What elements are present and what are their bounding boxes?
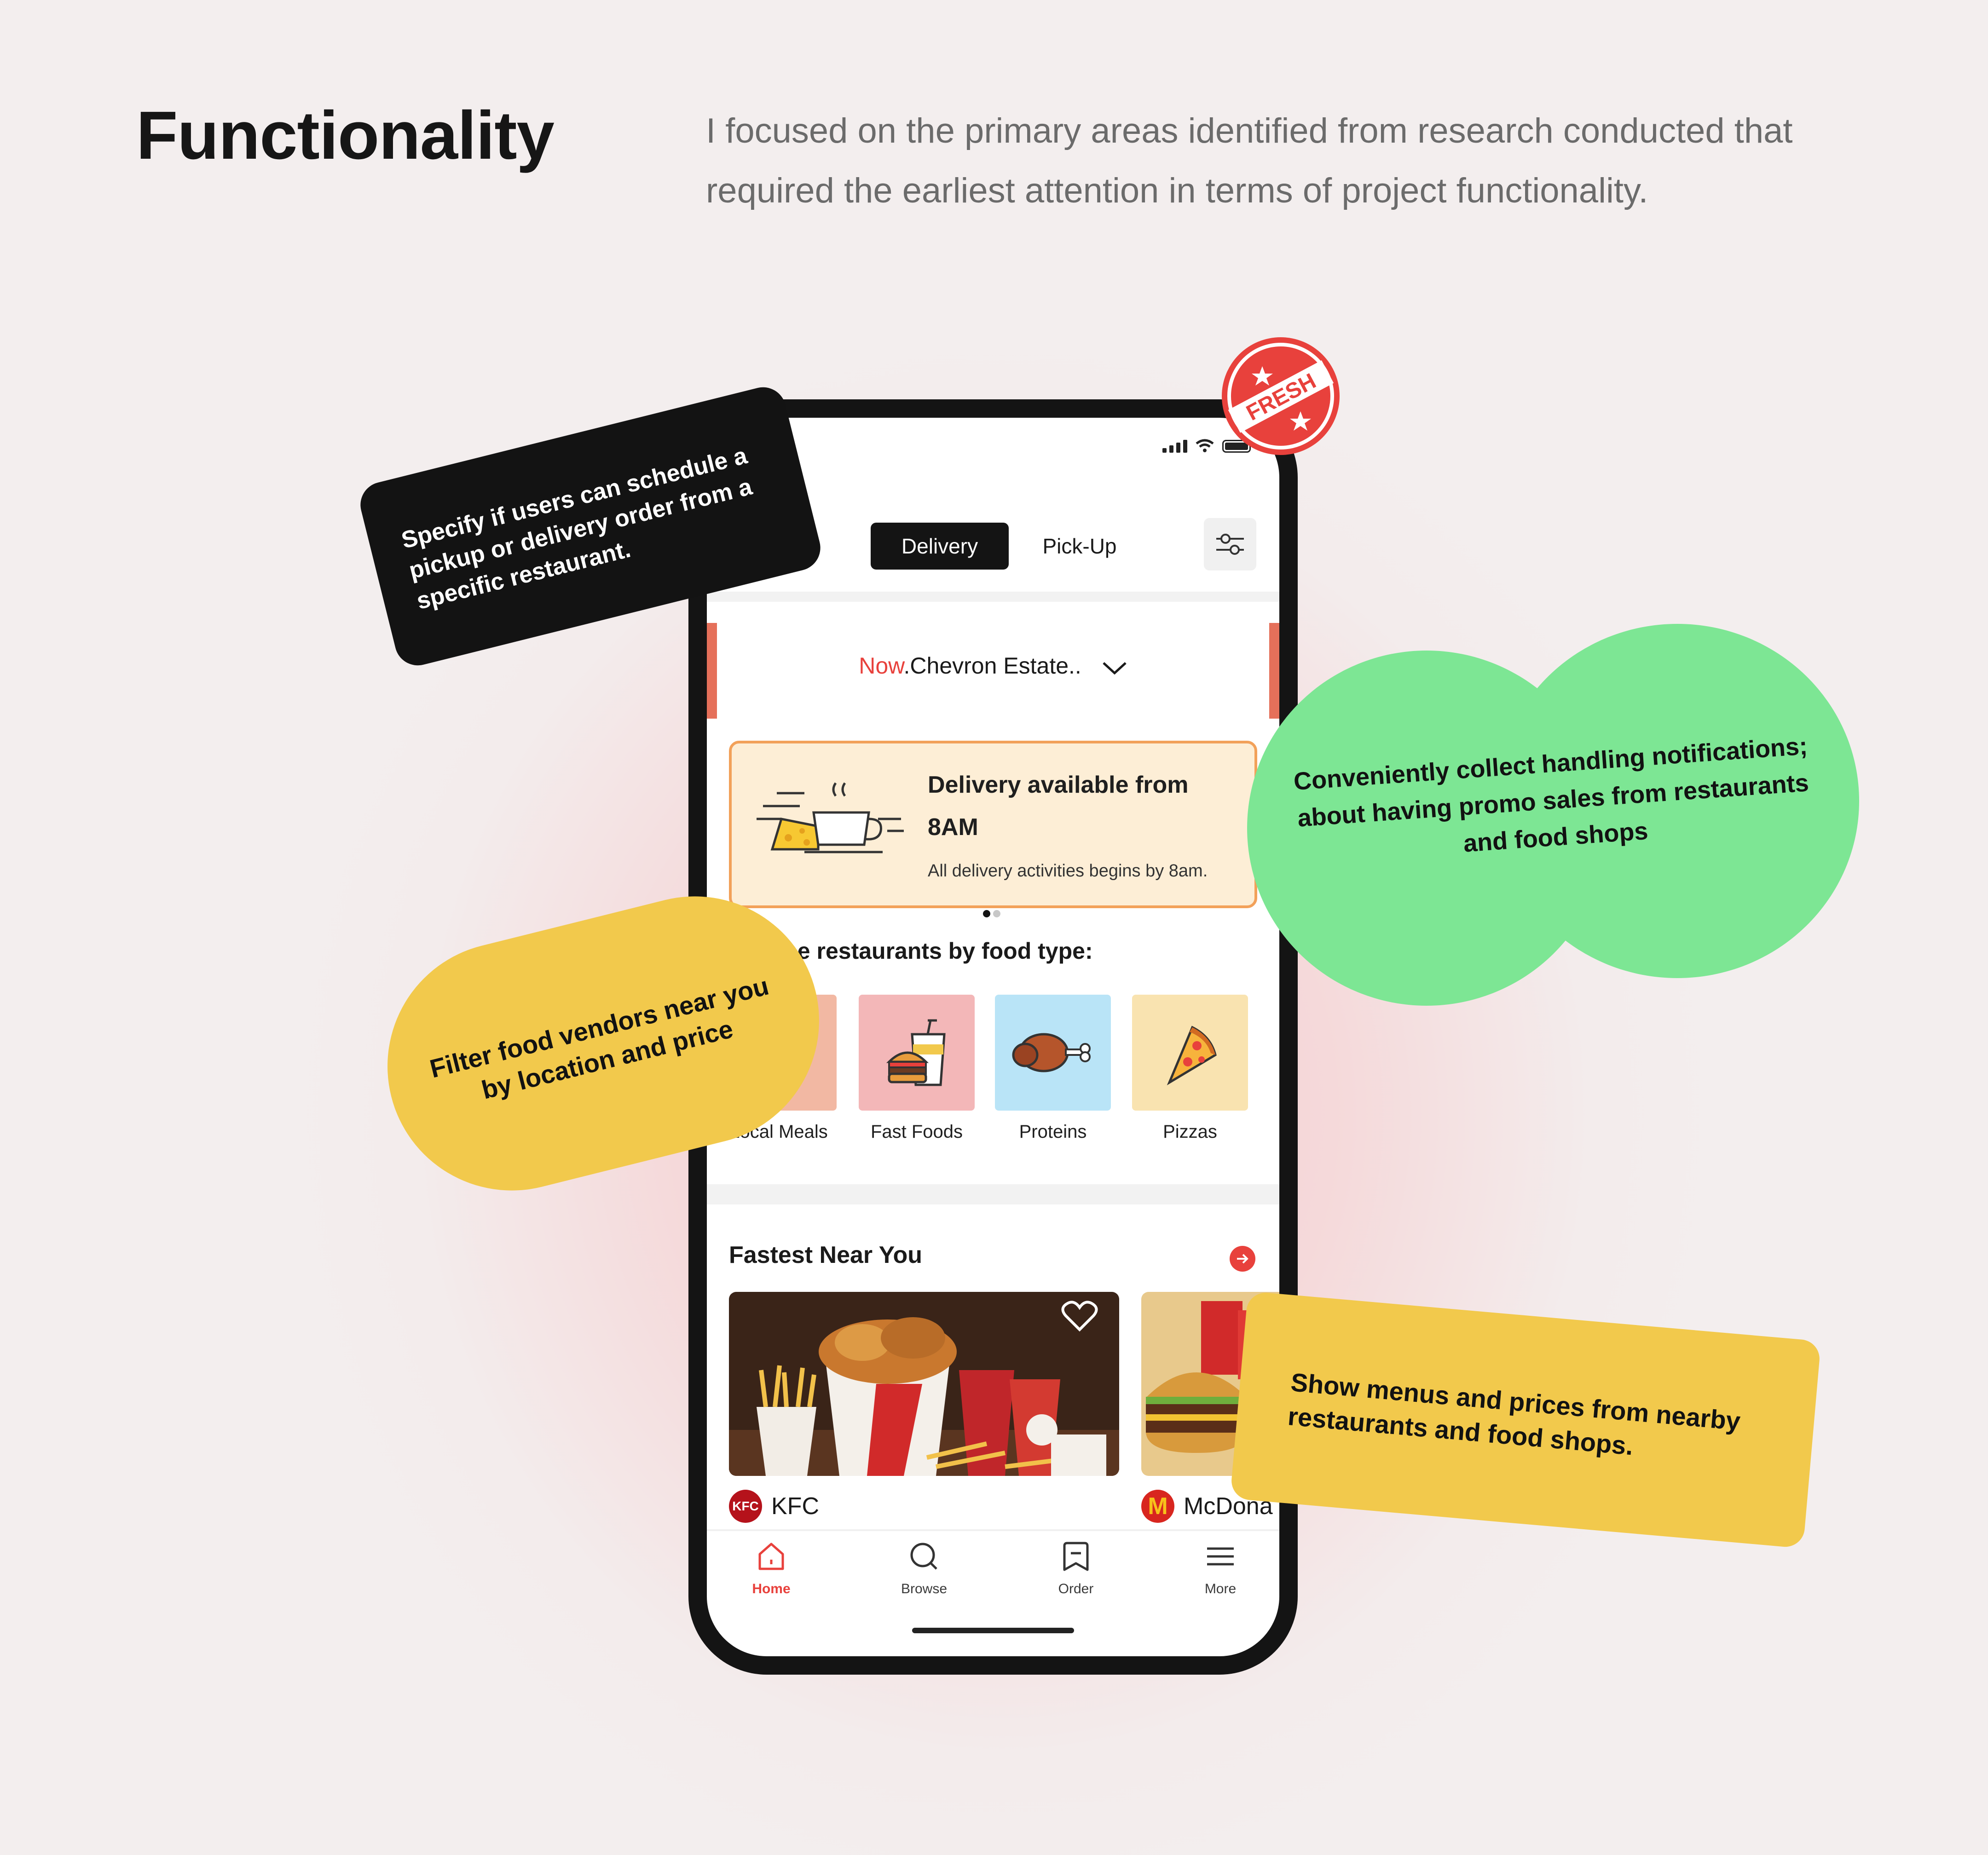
menu-icon <box>1207 1547 1234 1566</box>
tab-delivery[interactable]: Delivery <box>871 523 1009 570</box>
restaurant-name-kfc[interactable]: KFC KFC <box>729 1490 819 1523</box>
tab-home[interactable]: Home <box>725 1540 817 1597</box>
burger-drink-icon <box>886 1019 946 1086</box>
carousel-dot[interactable] <box>993 910 1000 917</box>
filter-button[interactable] <box>1204 518 1256 570</box>
tab-bar-divider <box>707 1529 1279 1531</box>
arrow-right-icon <box>1237 1254 1248 1264</box>
category-tile <box>859 995 975 1111</box>
category-fast-foods[interactable]: Fast Foods <box>859 995 975 1142</box>
location-address: .Chevron Estate.. <box>903 653 1081 679</box>
tab-label: More <box>1204 1581 1237 1596</box>
mcdonalds-logo: M <box>1141 1490 1174 1523</box>
carousel-dot-active[interactable] <box>983 910 990 917</box>
location-selector[interactable]: Now.Chevron Estate.. <box>707 623 1279 719</box>
tab-pickup[interactable]: Pick-Up <box>1020 523 1139 570</box>
search-icon <box>910 1543 937 1570</box>
tab-label: Browse <box>901 1581 948 1596</box>
location-text: Now.Chevron Estate.. <box>707 652 1279 679</box>
promo-subtitle: All delivery activities begins by 8am. <box>928 861 1208 881</box>
category-pizzas[interactable]: Pizzas <box>1132 995 1248 1142</box>
promo-time: 8AM <box>928 814 978 841</box>
tab-browse[interactable]: Browse <box>878 1540 970 1597</box>
category-label: Pizzas <box>1163 1122 1217 1142</box>
order-icon <box>1063 1542 1089 1571</box>
category-label: Proteins <box>1019 1122 1087 1142</box>
pizza-slice-icon <box>1167 1025 1217 1086</box>
category-tile <box>1132 995 1248 1111</box>
sliders-icon <box>1216 534 1244 555</box>
page-title: Functionality <box>136 98 555 173</box>
kfc-food-photo <box>729 1292 1119 1476</box>
wifi-icon <box>1196 439 1214 452</box>
kfc-logo: KFC <box>729 1490 762 1523</box>
carousel-indicator[interactable] <box>983 910 1000 917</box>
restaurant-card-image[interactable] <box>729 1292 1119 1476</box>
signal-icon <box>1162 440 1187 453</box>
home-indicator <box>912 1628 1074 1633</box>
cheese-coffee-illustration <box>757 782 904 853</box>
divider <box>707 592 1279 602</box>
chevron-down-icon[interactable] <box>1102 660 1127 675</box>
promo-banner[interactable]: Delivery available from 8AM All delivery… <box>729 741 1257 908</box>
fresh-badge: FRESH <box>1219 334 1343 458</box>
category-proteins[interactable]: Proteins <box>995 995 1111 1142</box>
see-all-button[interactable] <box>1230 1246 1255 1272</box>
tab-label: Home <box>752 1581 791 1596</box>
tab-label: Order <box>1058 1581 1094 1596</box>
location-time: Now <box>859 653 904 679</box>
note-menus: Show menus and prices from nearby restau… <box>1230 1291 1821 1549</box>
tab-order[interactable]: Order <box>1030 1540 1122 1597</box>
restaurant-name: KFC <box>771 1493 819 1520</box>
fresh-stamp-icon: FRESH <box>1222 337 1340 455</box>
category-tile <box>995 995 1111 1111</box>
category-label: Fast Foods <box>870 1122 963 1142</box>
home-icon <box>758 1543 784 1570</box>
section-title: Fastest Near You <box>729 1242 923 1268</box>
note-notifications: Conveniently collect handling notificati… <box>1247 607 1859 1012</box>
divider <box>707 1184 1279 1204</box>
tab-more[interactable]: More <box>1174 1540 1266 1597</box>
promo-title: Delivery available from <box>928 772 1189 798</box>
favorite-heart-icon[interactable] <box>1061 1300 1098 1332</box>
drumstick-icon <box>1012 1033 1091 1072</box>
presentation-canvas: Functionality I focused on the primary a… <box>0 0 1988 1855</box>
intro-paragraph: I focused on the primary areas identifie… <box>706 111 1793 210</box>
